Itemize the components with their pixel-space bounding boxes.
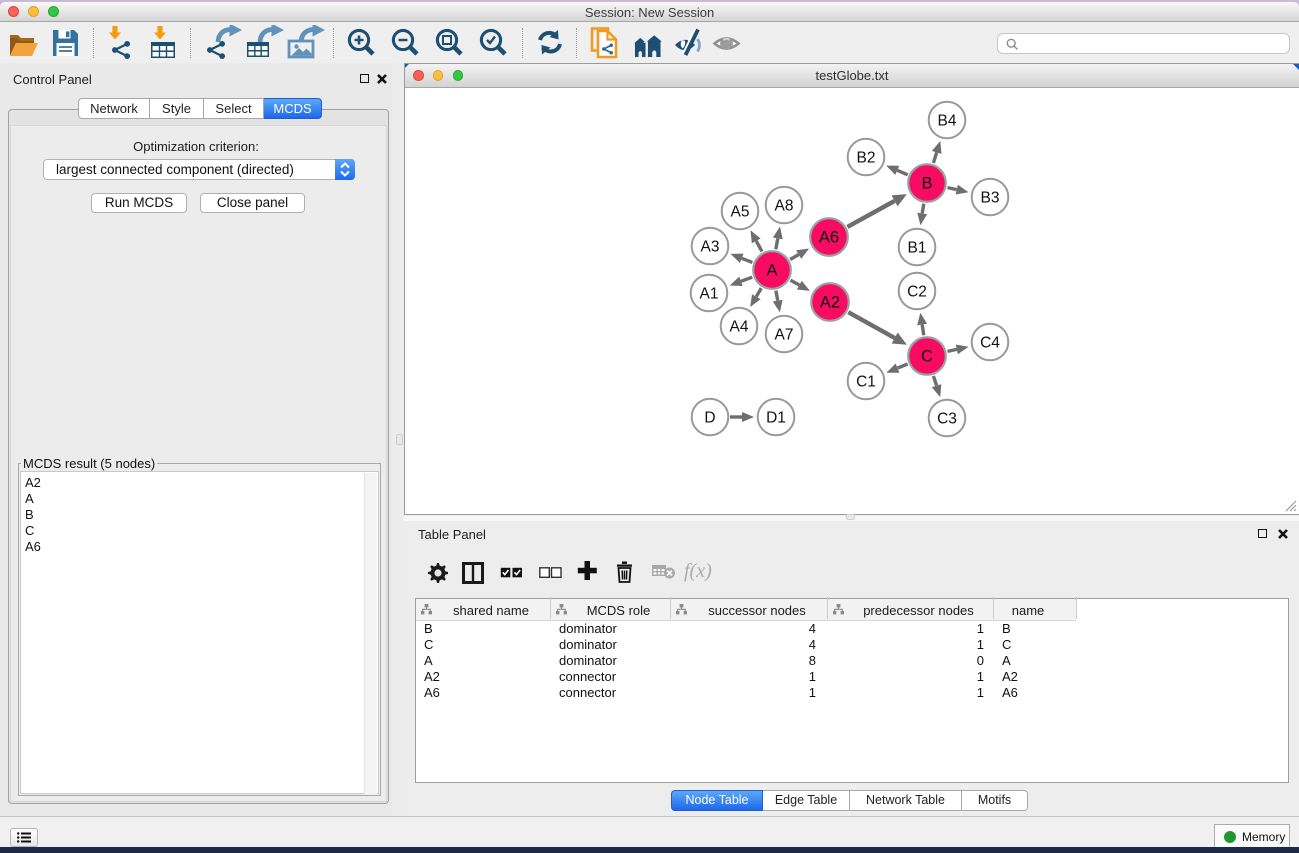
svg-text:C4: C4 — [980, 335, 1000, 352]
svg-text:A: A — [766, 262, 777, 280]
svg-text:A2: A2 — [820, 294, 840, 312]
svg-text:A6: A6 — [819, 229, 839, 247]
svg-text:C2: C2 — [907, 284, 927, 301]
svg-text:B4: B4 — [938, 113, 957, 130]
svg-text:C3: C3 — [937, 411, 957, 428]
svg-text:C1: C1 — [856, 374, 876, 391]
svg-text:B: B — [921, 175, 932, 193]
svg-text:B3: B3 — [981, 190, 1000, 207]
svg-text:B1: B1 — [908, 240, 927, 257]
svg-text:A1: A1 — [700, 286, 719, 303]
svg-text:B2: B2 — [857, 150, 876, 167]
svg-text:D: D — [704, 410, 715, 427]
svg-text:A3: A3 — [701, 239, 720, 256]
svg-text:A8: A8 — [775, 198, 794, 215]
svg-text:C: C — [921, 348, 933, 366]
svg-text:D1: D1 — [766, 410, 786, 427]
svg-text:A5: A5 — [731, 204, 750, 221]
svg-text:A4: A4 — [730, 319, 749, 336]
svg-text:A7: A7 — [775, 327, 794, 344]
